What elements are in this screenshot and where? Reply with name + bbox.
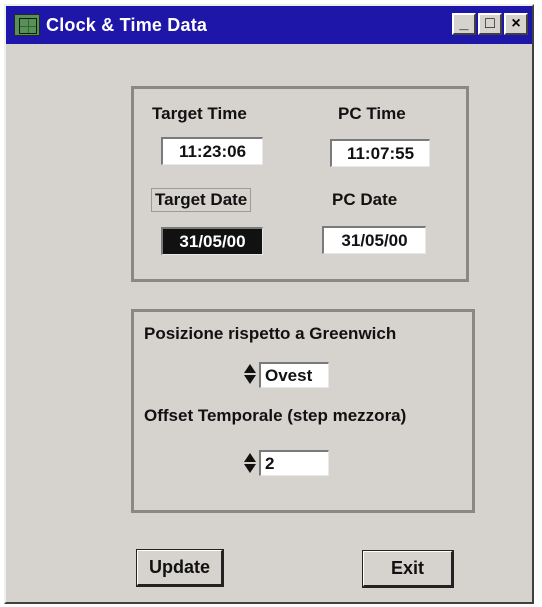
offset-field[interactable]: 2 [259, 450, 329, 476]
close-button[interactable]: × [504, 13, 528, 35]
arrow-down-icon[interactable] [244, 464, 256, 473]
pc-time-label: PC Time [338, 104, 406, 123]
app-icon [14, 14, 40, 36]
maximize-button[interactable]: □ [478, 13, 502, 35]
exit-button[interactable]: Exit [362, 550, 454, 588]
maximize-icon: □ [485, 15, 495, 32]
window-title: Clock & Time Data [46, 14, 208, 35]
position-field[interactable]: Ovest [259, 362, 329, 388]
arrow-up-icon[interactable] [244, 364, 256, 373]
target-time-field[interactable]: 11:23:06 [161, 137, 263, 165]
offset-spinner[interactable] [243, 450, 257, 476]
arrow-up-icon[interactable] [244, 453, 256, 462]
update-button[interactable]: Update [136, 549, 224, 587]
target-date-field[interactable]: 31/05/00 [161, 227, 263, 255]
time-offset-label: Offset Temporale (step mezzora) [144, 406, 407, 425]
arrow-down-icon[interactable] [244, 375, 256, 384]
minimize-button[interactable]: _ [452, 13, 476, 35]
pc-date-field[interactable]: 31/05/00 [322, 226, 426, 254]
pc-date-label: PC Date [332, 190, 398, 209]
title-bar[interactable]: Clock & Time Data _ □ × [6, 6, 532, 44]
pc-time-field[interactable]: 11:07:55 [330, 139, 430, 167]
target-date-label: Target Date [151, 188, 252, 212]
target-time-label: Target Time [152, 104, 247, 123]
greenwich-position-label: Posizione rispetto a Greenwich [144, 324, 397, 343]
clock-time-data-window: Clock & Time Data _ □ × Target Time 11:2… [4, 4, 534, 604]
close-icon: × [511, 15, 521, 32]
position-spinner[interactable] [243, 361, 257, 387]
minimize-icon: _ [459, 15, 469, 32]
window-controls: _ □ × [452, 13, 528, 35]
